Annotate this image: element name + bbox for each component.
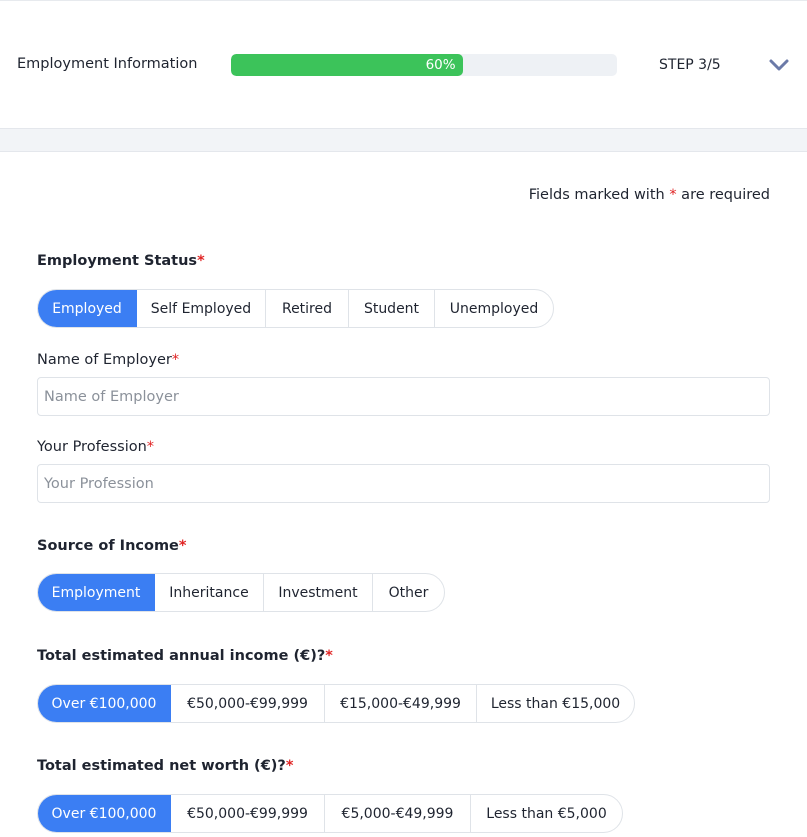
step-indicator: STEP 3/5 [659, 57, 721, 73]
progress-percent: 60% [425, 57, 456, 73]
employment-status-selector: Employed Self Employed Retired Student U… [37, 289, 554, 328]
option-employed[interactable]: Employed [38, 290, 137, 327]
employer-name-label-text: Name of Employer [37, 352, 172, 368]
progress-header: Employment Information 60% STEP 3/5 [0, 0, 807, 128]
required-star: * [669, 187, 677, 203]
required-fields-note: Fields marked with * are required [529, 187, 770, 203]
option-income-15k-49k[interactable]: €15,000-€49,999 [325, 685, 477, 722]
option-networth-5k-49k[interactable]: €5,000-€49,999 [325, 795, 471, 832]
option-inheritance[interactable]: Inheritance [155, 574, 264, 611]
section-title: Employment Information [17, 56, 198, 72]
profession-label: Your Profession* [37, 439, 154, 455]
option-investment[interactable]: Investment [264, 574, 373, 611]
header-divider-band [0, 128, 807, 152]
required-star: * [146, 439, 155, 455]
net-worth-label-text: Total estimated net worth (€)? [37, 758, 286, 774]
option-other[interactable]: Other [373, 574, 444, 611]
required-star: * [325, 648, 333, 664]
option-income-over-100k[interactable]: Over €100,000 [38, 685, 171, 722]
option-self-employed[interactable]: Self Employed [137, 290, 266, 327]
annual-income-selector: Over €100,000 €50,000-€99,999 €15,000-€4… [37, 684, 635, 723]
option-networth-over-100k[interactable]: Over €100,000 [38, 795, 171, 832]
profession-input[interactable] [37, 464, 770, 503]
employer-name-label: Name of Employer* [37, 352, 179, 368]
chevron-down-icon[interactable] [767, 56, 791, 74]
net-worth-label: Total estimated net worth (€)?* [37, 758, 293, 774]
progress-bar: 60% [231, 54, 617, 76]
net-worth-selector: Over €100,000 €50,000-€99,999 €5,000-€49… [37, 794, 623, 833]
employment-status-label: Employment Status* [37, 253, 205, 269]
income-source-selector: Employment Inheritance Investment Other [37, 573, 445, 612]
option-retired[interactable]: Retired [266, 290, 349, 327]
option-employment[interactable]: Employment [38, 574, 155, 611]
profession-label-text: Your Profession [37, 439, 147, 455]
option-student[interactable]: Student [349, 290, 435, 327]
option-income-50k-99k[interactable]: €50,000-€99,999 [171, 685, 325, 722]
required-star: * [178, 538, 187, 554]
option-networth-50k-99k[interactable]: €50,000-€99,999 [171, 795, 325, 832]
progress-fill: 60% [231, 54, 463, 76]
required-star: * [171, 352, 180, 368]
income-source-label-text: Source of Income [37, 538, 179, 554]
required-note-suffix: are required [676, 187, 770, 203]
option-income-under-15k[interactable]: Less than €15,000 [477, 685, 634, 722]
annual-income-label-text: Total estimated annual income (€)? [37, 648, 326, 664]
required-note-prefix: Fields marked with [528, 187, 670, 203]
option-unemployed[interactable]: Unemployed [435, 290, 553, 327]
option-networth-under-5k[interactable]: Less than €5,000 [471, 795, 622, 832]
income-source-label: Source of Income* [37, 538, 187, 554]
required-star: * [285, 758, 294, 774]
annual-income-label: Total estimated annual income (€)?* [37, 648, 333, 664]
required-star: * [197, 253, 205, 269]
employment-status-label-text: Employment Status [37, 253, 198, 269]
employer-name-input[interactable] [37, 377, 770, 416]
